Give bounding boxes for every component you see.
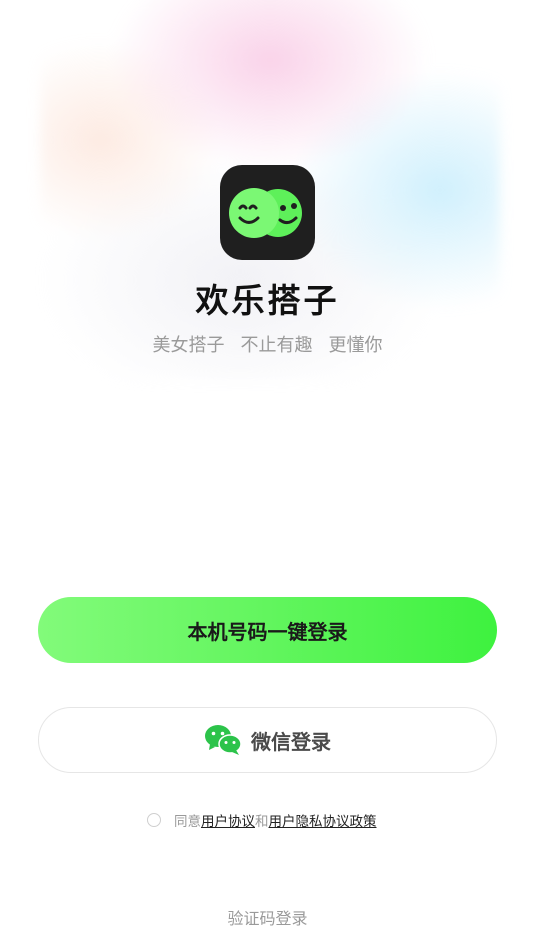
app-title: 欢乐搭子 (195, 281, 340, 320)
one-click-phone-login-button[interactable]: 本机号码一键登录 (38, 597, 497, 663)
app-logo (220, 165, 315, 260)
wechat-login-label: 微信登录 (251, 729, 331, 754)
app-slogan: 美女搭子 不止有趣 更懂你 (0, 331, 535, 357)
slogan-item: 美女搭子 (152, 335, 225, 356)
agreement-prefix: 同意 (174, 814, 201, 830)
login-screen: 欢乐搭子 美女搭子 不止有趣 更懂你 本机号码一键登录 微信登录 同意 用户协议 和… (0, 0, 535, 951)
agreement-checkbox[interactable] (147, 813, 161, 827)
smiley-faces-icon (229, 188, 302, 238)
slogan-item: 不止有趣 (240, 335, 313, 356)
agreement-row: 同意 用户协议 和 用户隐私协议政策 (147, 810, 377, 830)
wechat-icon (205, 725, 242, 755)
slogan-item: 更懂你 (328, 335, 383, 356)
privacy-policy-link[interactable]: 用户隐私协议政策 (269, 810, 377, 830)
agreement-conjunction: 和 (255, 814, 269, 830)
wechat-login-button[interactable]: 微信登录 (38, 707, 497, 773)
user-agreement-link[interactable]: 用户协议 (201, 810, 255, 830)
verification-code-login-link[interactable]: 验证码登录 (0, 905, 535, 929)
phone-login-label: 本机号码一键登录 (187, 619, 348, 644)
